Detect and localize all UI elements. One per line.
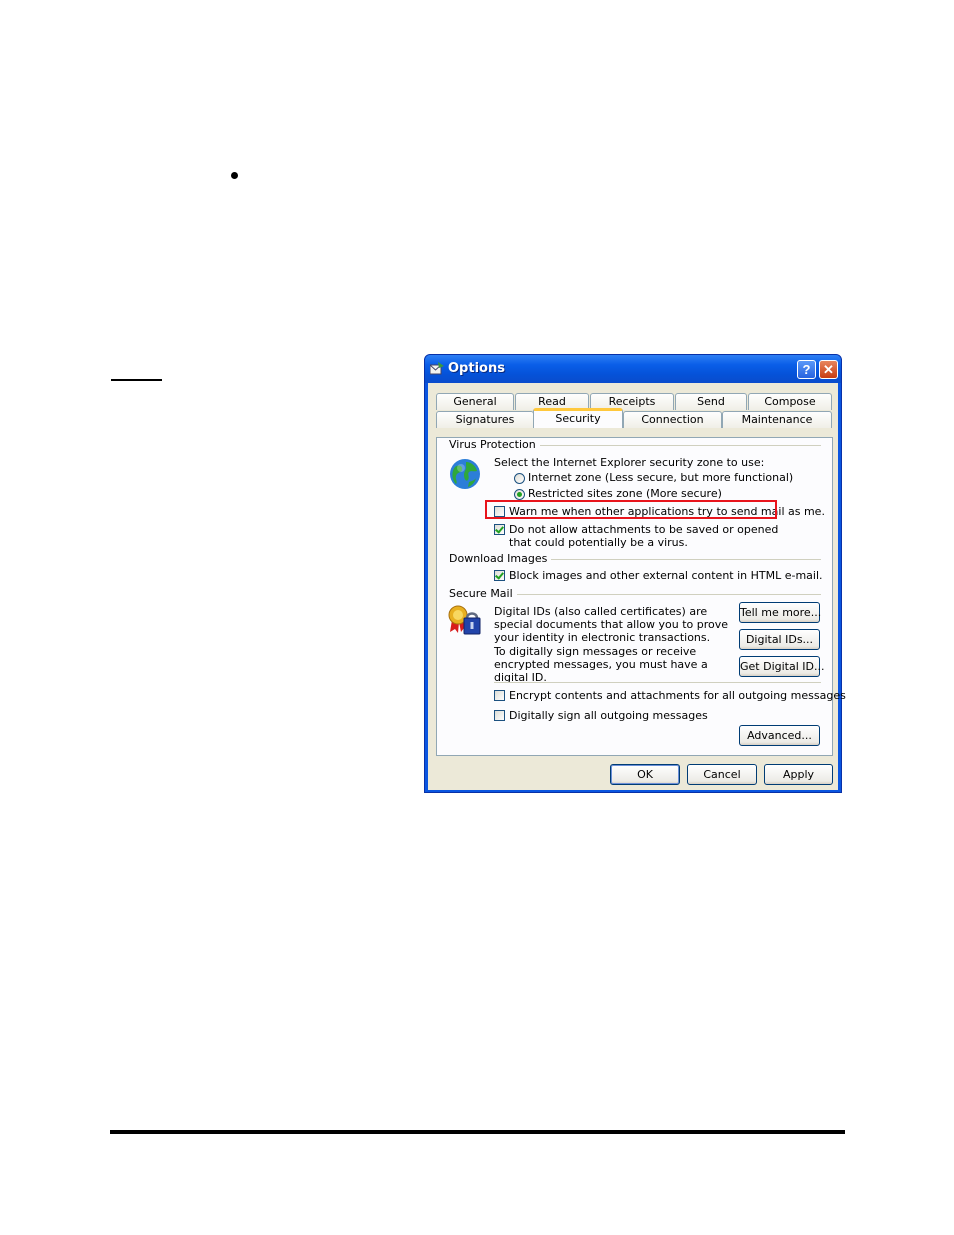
radio-restricted-label[interactable]: Restricted sites zone (More secure) xyxy=(528,487,722,500)
tab-send[interactable]: Send xyxy=(675,393,747,410)
options-app-icon xyxy=(430,362,444,375)
encrypt-checkbox[interactable] xyxy=(494,690,505,701)
tab-signatures[interactable]: Signatures xyxy=(436,411,534,428)
digital-id-description: Digital IDs (also called certificates) a… xyxy=(494,605,729,644)
dialog-title: Options xyxy=(448,361,505,376)
group-divider xyxy=(525,445,821,446)
block-attachments-label[interactable]: Do not allow attachments to be saved or … xyxy=(509,523,789,549)
block-attachments-checkbox[interactable] xyxy=(494,524,505,535)
block-images-checkbox[interactable] xyxy=(494,570,505,581)
ok-button[interactable]: OK xyxy=(610,764,680,785)
secure-mail-label: Secure Mail xyxy=(449,587,517,600)
tab-security[interactable]: Security xyxy=(533,408,623,428)
radio-internet-zone[interactable] xyxy=(514,473,525,484)
digitally-sign-label[interactable]: Digitally sign all outgoing messages xyxy=(509,709,708,722)
radio-internet-label[interactable]: Internet zone (Less secure, but more fun… xyxy=(528,471,793,484)
tab-compose[interactable]: Compose xyxy=(748,393,832,410)
globe-icon xyxy=(450,459,480,489)
dialog-client: General Read Receipts Send Compose Signa… xyxy=(428,383,846,790)
digital-ids-button[interactable]: Digital IDs... xyxy=(739,629,820,650)
advanced-button[interactable]: Advanced... xyxy=(739,725,820,746)
get-digital-id-button[interactable]: Get Digital ID... xyxy=(739,656,824,677)
block-images-label[interactable]: Block images and other external content … xyxy=(509,569,823,582)
bullet-icon xyxy=(231,172,238,179)
underline-rule xyxy=(111,379,162,381)
group-divider xyxy=(509,594,821,595)
certificate-lock-icon xyxy=(448,605,481,635)
group-divider xyxy=(527,559,821,560)
virus-protection-label: Virus Protection xyxy=(449,438,540,451)
tab-connection[interactable]: Connection xyxy=(623,411,722,428)
help-button[interactable]: ? xyxy=(797,360,816,379)
close-button[interactable]: ✕ xyxy=(819,360,838,379)
encrypt-label[interactable]: Encrypt contents and attachments for all… xyxy=(509,689,846,702)
download-images-label: Download Images xyxy=(449,552,552,565)
digitally-sign-checkbox[interactable] xyxy=(494,710,505,721)
security-panel: Virus Protection Select the Internet Exp… xyxy=(436,437,846,756)
cancel-button[interactable]: Cancel xyxy=(687,764,757,785)
tab-maintenance[interactable]: Maintenance xyxy=(722,411,832,428)
zone-prompt: Select the Internet Explorer security zo… xyxy=(494,456,765,469)
footer-rule xyxy=(110,1130,845,1134)
radio-restricted-zone[interactable] xyxy=(514,489,525,500)
tab-general[interactable]: General xyxy=(436,393,514,410)
apply-button[interactable]: Apply xyxy=(764,764,833,785)
group-divider xyxy=(494,682,821,683)
options-dialog: Options ? ✕ General Read Receipts Send C… xyxy=(424,354,846,793)
sign-info-text: To digitally sign messages or receive en… xyxy=(494,645,708,684)
highlight-box xyxy=(485,500,777,519)
tell-me-more-button[interactable]: Tell me more... xyxy=(739,602,821,623)
title-bar[interactable]: Options ? ✕ xyxy=(425,355,841,383)
